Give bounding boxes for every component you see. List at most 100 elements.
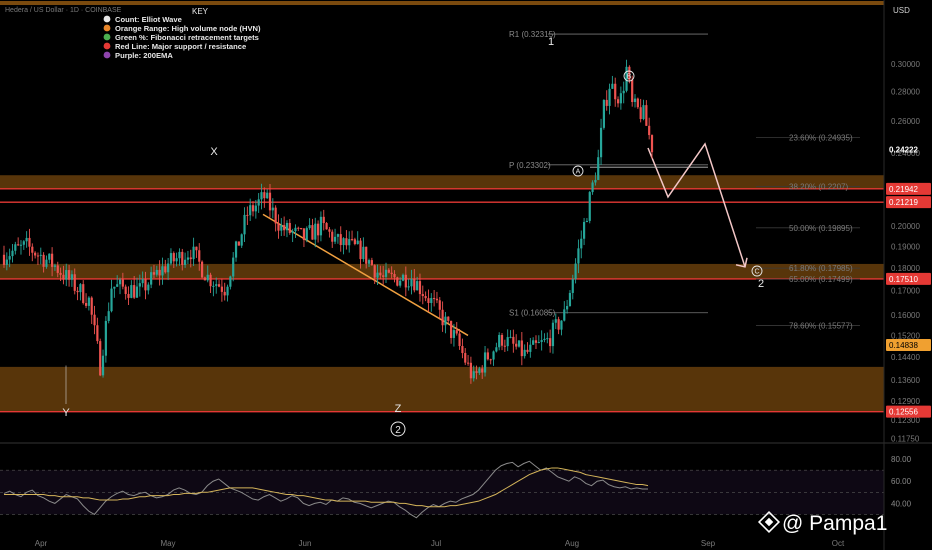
candle-body <box>294 227 297 232</box>
candle-body <box>116 284 119 287</box>
candle-body <box>246 214 249 216</box>
candle-body <box>291 231 294 233</box>
key-swatch <box>103 33 111 41</box>
key-item-label: Purple: 200EMA <box>115 51 173 60</box>
candle-body <box>500 334 504 346</box>
candle-body <box>203 277 207 281</box>
candle-body <box>232 257 235 277</box>
price-label: 0.14838 <box>889 341 918 350</box>
candle-body <box>633 98 637 103</box>
candle-body <box>254 205 257 212</box>
candle-body <box>350 239 354 241</box>
price-label: 0.21219 <box>889 198 918 207</box>
candle-body <box>189 257 192 260</box>
candle-body <box>642 105 645 120</box>
candle-body <box>444 316 447 326</box>
candle-body <box>161 266 164 276</box>
candle-body <box>229 276 232 287</box>
candle-body <box>215 284 218 286</box>
candle-body <box>376 272 379 278</box>
candle-body <box>447 316 450 321</box>
candle-body <box>138 283 141 287</box>
hvn-zone <box>0 263 884 279</box>
candle-body <box>65 270 68 280</box>
candle-body <box>356 240 359 245</box>
candle-body <box>418 281 422 295</box>
candle-body <box>489 359 492 361</box>
time-tick: Oct <box>832 539 845 548</box>
price-label: 0.17510 <box>889 275 918 284</box>
candle-body <box>51 253 54 267</box>
candle-body <box>82 284 85 304</box>
candle-body <box>435 298 439 301</box>
candle-body <box>167 263 170 273</box>
candle-body <box>611 83 614 89</box>
candle-body <box>48 253 51 260</box>
candle-body <box>639 107 642 120</box>
candle-body <box>362 246 365 260</box>
candle-body <box>585 220 589 222</box>
candle-body <box>300 227 303 229</box>
price-tick: 0.11750 <box>891 434 920 443</box>
candle-body <box>25 237 28 242</box>
candle-body <box>594 179 597 183</box>
wave-label: A <box>576 169 581 176</box>
candle-body <box>526 349 529 352</box>
rsi-tick: 40.00 <box>891 499 912 508</box>
candle-body <box>107 311 110 321</box>
time-tick: Apr <box>35 539 48 548</box>
candle-body <box>336 234 340 237</box>
candle-body <box>155 269 158 275</box>
candle-body <box>551 322 555 347</box>
candle-body <box>124 286 127 294</box>
candle-body <box>481 368 484 373</box>
candle-body <box>574 263 577 280</box>
candle-body <box>466 362 470 364</box>
candle-body <box>316 223 320 236</box>
candle-body <box>240 234 243 246</box>
candle-body <box>608 88 611 106</box>
price-tick: 0.16000 <box>891 311 920 320</box>
price-tick: 0.30000 <box>891 60 920 69</box>
fib-label: 78.60% (0.15577) <box>789 322 853 331</box>
candle-body <box>614 83 617 100</box>
rsi-tick: 60.00 <box>891 477 912 486</box>
candle-body <box>36 255 40 257</box>
candle-body <box>455 330 458 334</box>
candle-body <box>53 265 57 267</box>
candle-body <box>311 225 314 240</box>
candle-body <box>645 105 648 126</box>
key-item-label: Green %: Fibonacci retracement targets <box>115 33 259 42</box>
candle-body <box>404 274 407 288</box>
candle-body <box>73 274 76 291</box>
candle-body <box>495 347 498 352</box>
time-tick: Sep <box>701 539 716 548</box>
rsi-tick: 80.00 <box>891 455 912 464</box>
key-title: KEY <box>192 7 209 16</box>
candle-body <box>588 192 591 221</box>
candle-body <box>557 319 560 330</box>
hvn-zone <box>0 366 884 412</box>
candle-body <box>333 236 337 242</box>
candle-body <box>399 280 402 286</box>
candle-body <box>597 157 600 180</box>
candle-body <box>133 285 136 298</box>
candle-body <box>390 272 393 274</box>
candle-body <box>135 286 139 298</box>
key-swatch <box>103 42 111 50</box>
candle-body <box>384 269 388 277</box>
candle-body <box>212 285 215 287</box>
candle-body <box>206 274 209 281</box>
candle-body <box>430 298 433 304</box>
candle-body <box>251 205 255 212</box>
candle-body <box>70 274 74 280</box>
time-tick: Aug <box>565 539 579 548</box>
key-item-label: Orange Range: High volume node (HVN) <box>115 24 261 33</box>
candle-body <box>93 314 96 326</box>
price-tick: 0.20000 <box>891 222 920 231</box>
candle-body <box>566 306 569 310</box>
candle-body <box>34 252 37 256</box>
candle-body <box>582 221 586 239</box>
candle-body <box>348 239 351 246</box>
candle-body <box>280 225 283 231</box>
